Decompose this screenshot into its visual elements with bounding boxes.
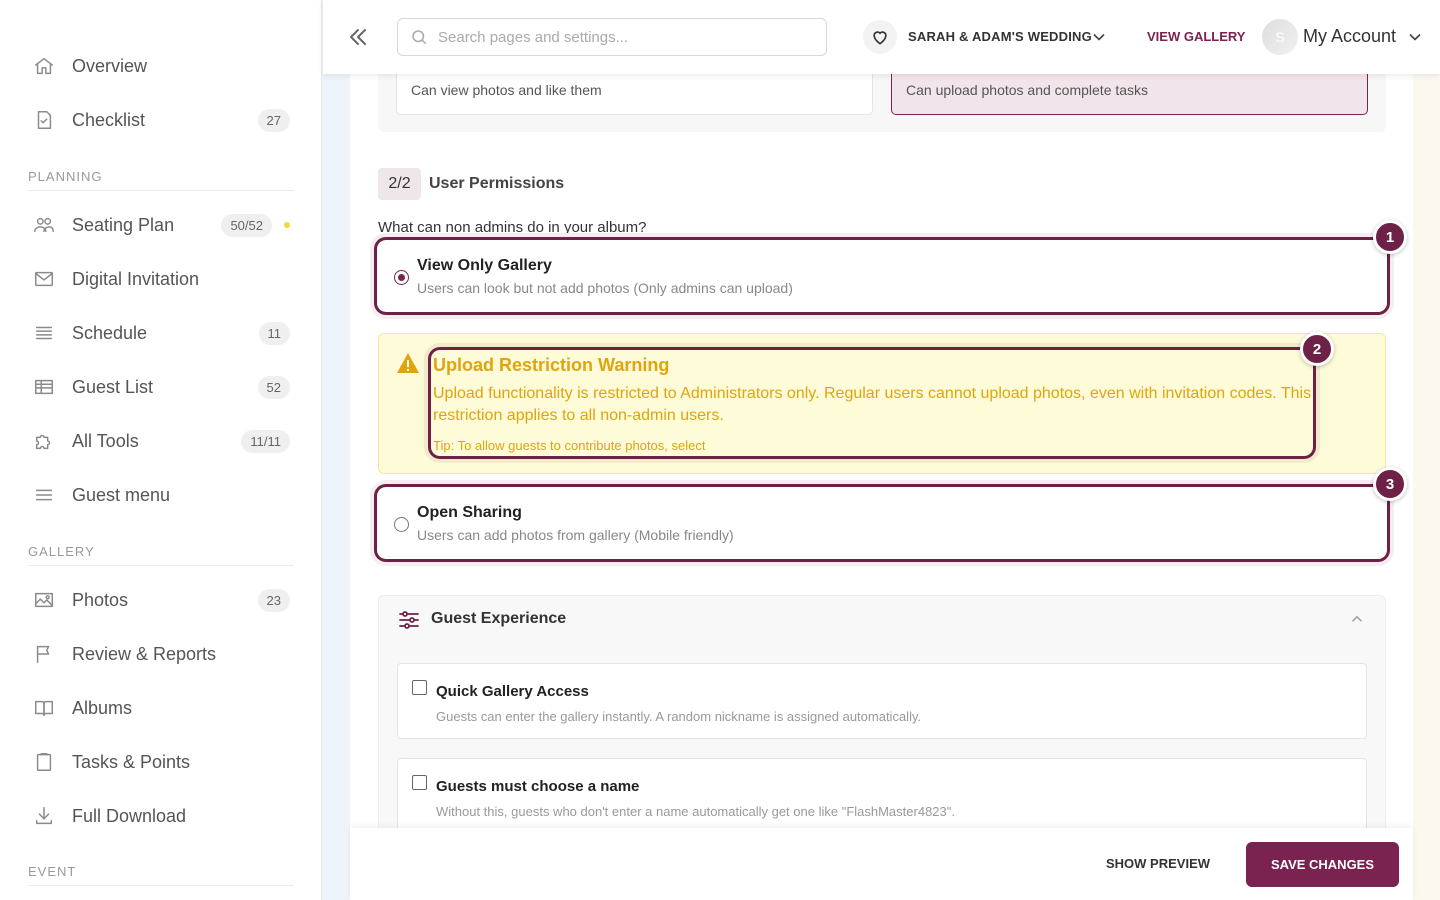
count-badge: 23 — [257, 588, 290, 612]
setting-description: Guests can enter the gallery instantly. … — [436, 709, 922, 724]
role-card-contributor[interactable]: Can upload photos and complete tasks — [891, 70, 1368, 115]
sidebar-item-label: Overview — [72, 55, 148, 76]
double-chevron-left-icon — [350, 29, 366, 45]
save-changes-button[interactable]: SAVE CHANGES — [1246, 842, 1399, 887]
setting-quick-gallery-access: Quick Gallery Access Guests can enter th… — [397, 663, 1367, 739]
role-card-viewer[interactable]: Can view photos and like them — [396, 70, 873, 115]
show-preview-button[interactable]: SHOW PREVIEW — [1106, 856, 1210, 871]
count-badge: 50/52 — [221, 213, 272, 237]
search-box[interactable] — [397, 18, 827, 56]
people-icon — [32, 213, 56, 237]
warning-body: Upload functionality is restricted to Ad… — [433, 385, 1312, 424]
section-title: User Permissions — [429, 175, 565, 192]
count-badge: 27 — [257, 108, 290, 132]
annotation-marker-1: 1 — [1373, 220, 1407, 254]
sidebar-item-label: All Tools — [72, 430, 139, 451]
sidebar-item-albums[interactable]: Albums — [28, 688, 294, 728]
chevron-up-icon[interactable] — [1348, 610, 1368, 630]
sidebar-item-label: Photos — [72, 589, 129, 610]
guest-experience-title: Guest Experience — [431, 610, 567, 627]
option-open-sharing[interactable]: Open Sharing Users can add photos from g… — [374, 484, 1390, 562]
heart-icon — [863, 20, 897, 54]
sliders-icon — [398, 610, 420, 630]
flag-icon — [32, 642, 56, 666]
sidebar-item-label: Guest menu — [72, 484, 171, 505]
table-icon — [32, 375, 56, 399]
sidebar-item-schedule[interactable]: Schedule 11 — [28, 313, 294, 353]
action-footer: SHOW PREVIEW SAVE CHANGES — [350, 828, 1413, 900]
setting-description: Without this, guests who don't enter a n… — [436, 804, 955, 819]
menu-icon — [32, 483, 56, 507]
count-badge: 11 — [258, 321, 290, 345]
sidebar-item-label: Tasks & Points — [72, 751, 191, 772]
sidebar-item-label: Schedule — [72, 322, 148, 343]
chevron-down-icon[interactable] — [1089, 27, 1109, 47]
search-icon — [412, 30, 427, 45]
section-heading-gallery: GALLERY — [28, 544, 294, 566]
sidebar: Overview Checklist 27 PLANNING Seating P… — [0, 0, 322, 900]
book-icon — [32, 696, 56, 720]
event-selector[interactable]: SARAH & ADAM'S WEDDING — [908, 29, 1092, 44]
status-dot — [284, 222, 290, 228]
sidebar-item-guest-list[interactable]: Guest List 52 — [28, 367, 294, 407]
account-menu[interactable]: My Account — [1303, 26, 1396, 47]
sidebar-item-label: Checklist — [72, 109, 146, 130]
setting-guests-must-choose-name: Guests must choose a name Without this, … — [397, 758, 1367, 834]
sidebar-item-guest-menu[interactable]: Guest menu — [28, 475, 294, 515]
image-icon — [32, 588, 56, 612]
clipboard-icon — [32, 750, 56, 774]
sidebar-item-digital-invitation[interactable]: Digital Invitation — [28, 259, 294, 299]
section-heading-planning: PLANNING — [28, 169, 294, 191]
permission-question: What can non admins do in your album? — [378, 219, 647, 233]
sidebar-item-label: Review & Reports — [72, 643, 217, 664]
collapse-sidebar-button[interactable] — [343, 22, 373, 52]
sidebar-item-full-download[interactable]: Full Download — [28, 796, 294, 836]
role-description: Can view photos and like them — [411, 82, 602, 98]
home-icon — [32, 54, 56, 78]
count-badge: 52 — [257, 375, 290, 399]
role-description: Can upload photos and complete tasks — [906, 82, 1149, 98]
sidebar-item-seating-plan[interactable]: Seating Plan 50/52 — [28, 205, 294, 245]
section-heading-event: EVENT — [28, 864, 294, 886]
sidebar-item-label: Seating Plan — [72, 214, 175, 235]
sidebar-item-label: Digital Invitation — [72, 268, 200, 289]
sidebar-item-review-reports[interactable]: Review & Reports — [28, 634, 294, 674]
option-description: Users can add photos from gallery (Mobil… — [417, 527, 734, 543]
download-icon — [32, 804, 56, 828]
option-title: View Only Gallery — [417, 257, 552, 274]
option-view-only-gallery[interactable]: View Only Gallery Users can look but not… — [374, 237, 1390, 315]
checklist-icon — [32, 108, 56, 132]
radio-view-only[interactable] — [394, 270, 409, 285]
count-badge: 11/11 — [241, 429, 290, 453]
view-gallery-link[interactable]: VIEW GALLERY — [1147, 29, 1245, 44]
puzzle-icon — [32, 429, 56, 453]
sidebar-item-all-tools[interactable]: All Tools 11/11 — [28, 421, 294, 461]
sidebar-item-overview[interactable]: Overview — [28, 46, 294, 86]
annotation-marker-3: 3 — [1373, 467, 1407, 501]
option-title: Open Sharing — [417, 504, 522, 521]
annotation-marker-2: 2 — [1300, 332, 1334, 366]
envelope-icon — [32, 267, 56, 291]
setting-title: Quick Gallery Access — [436, 683, 589, 700]
option-description: Users can look but not add photos (Only … — [417, 280, 793, 296]
list-icon — [32, 321, 56, 345]
sidebar-item-label: Albums — [72, 697, 133, 718]
warning-title: Upload Restriction Warning — [433, 355, 670, 375]
avatar[interactable]: S — [1262, 19, 1298, 55]
step-indicator: 2/2 — [378, 168, 421, 200]
sidebar-item-tasks-points[interactable]: Tasks & Points — [28, 742, 294, 782]
warning-icon — [396, 352, 420, 374]
sidebar-item-label: Full Download — [72, 805, 187, 826]
sidebar-item-checklist[interactable]: Checklist 27 — [28, 100, 294, 140]
warning-tip: Tip: To allow guests to contribute photo… — [433, 438, 706, 453]
quick-access-checkbox[interactable] — [412, 680, 427, 695]
setting-title: Guests must choose a name — [436, 778, 640, 795]
sidebar-item-label: Guest List — [72, 376, 154, 397]
sidebar-item-photos[interactable]: Photos 23 — [28, 580, 294, 620]
search-input[interactable] — [438, 28, 818, 46]
radio-open-sharing[interactable] — [394, 517, 409, 532]
choose-name-checkbox[interactable] — [412, 775, 427, 790]
top-bar: SARAH & ADAM'S WEDDING VIEW GALLERY S My… — [323, 0, 1440, 74]
chevron-down-icon[interactable] — [1405, 27, 1425, 47]
